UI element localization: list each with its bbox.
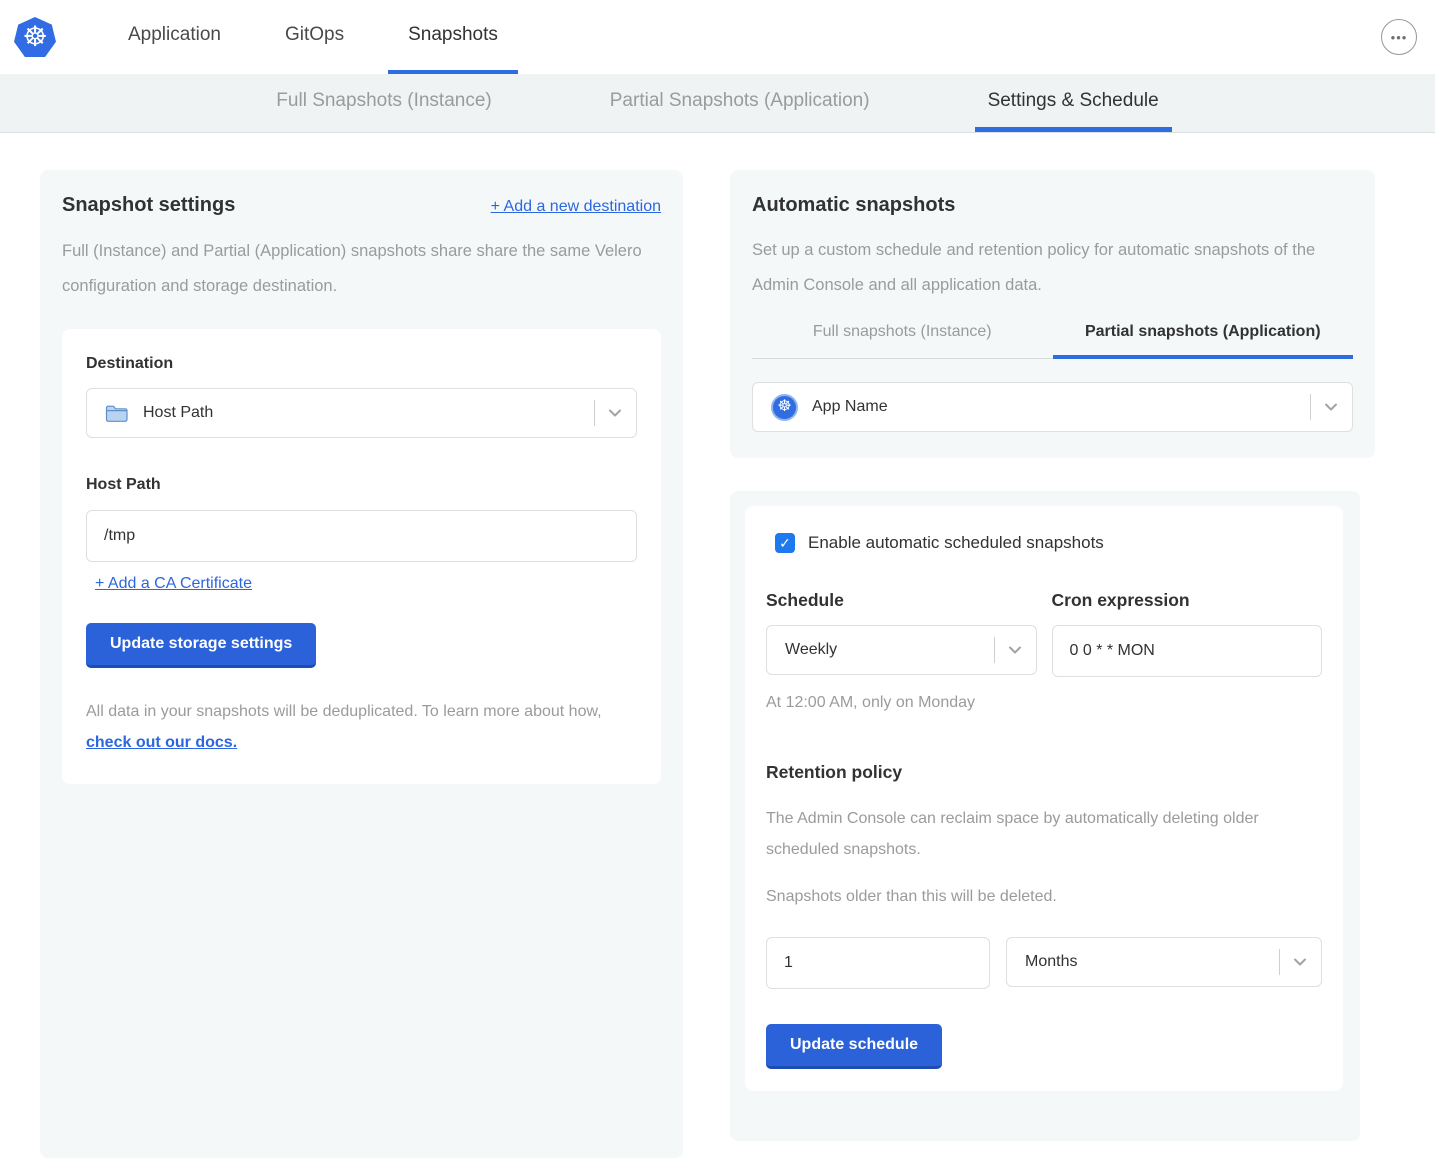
schedule-interval-value: Weekly — [785, 641, 994, 659]
enable-snapshots-label: Enable automatic scheduled snapshots — [808, 533, 1104, 553]
main-content: Snapshot settings + Add a new destinatio… — [0, 133, 1435, 1158]
enable-snapshots-checkbox[interactable]: ✓ — [775, 533, 795, 553]
schedule-panel: ✓ Enable automatic scheduled snapshots S… — [745, 506, 1343, 1091]
retention-count-input[interactable] — [766, 937, 990, 989]
select-divider — [594, 400, 595, 426]
snapshot-settings-card: Snapshot settings + Add a new destinatio… — [40, 170, 683, 1158]
schedule-outer-card: ✓ Enable automatic scheduled snapshots S… — [730, 491, 1360, 1141]
right-column: Automatic snapshots Set up a custom sche… — [730, 170, 1375, 1141]
kubernetes-logo-icon: ☸ — [14, 17, 56, 57]
chevron-down-icon — [1322, 398, 1340, 416]
host-path-input[interactable] — [86, 510, 637, 562]
host-path-label: Host Path — [86, 476, 637, 494]
chevron-down-icon — [1006, 641, 1024, 659]
nav-item-application[interactable]: Application — [108, 0, 241, 74]
snapshot-settings-description: Full (Instance) and Partial (Application… — [62, 234, 647, 304]
folder-icon — [105, 404, 128, 423]
docs-link[interactable]: check out our docs. — [86, 734, 237, 751]
select-divider — [1310, 394, 1311, 420]
tab-partial-snapshots[interactable]: Partial Snapshots (Application) — [597, 74, 883, 132]
retention-policy-description: The Admin Console can reclaim space by a… — [766, 803, 1306, 865]
dedup-note: All data in your snapshots will be dedup… — [86, 696, 637, 758]
app-select[interactable]: ☸ App Name — [752, 382, 1353, 432]
update-schedule-button[interactable]: Update schedule — [766, 1024, 942, 1069]
chevron-down-icon — [1291, 953, 1309, 971]
cron-expression-label: Cron expression — [1052, 590, 1323, 611]
app-select-value: App Name — [812, 398, 1310, 416]
destination-select[interactable]: Host Path — [86, 388, 637, 438]
add-ca-certificate-link[interactable]: + Add a CA Certificate — [95, 575, 252, 592]
select-divider — [994, 637, 995, 663]
overflow-menu-button[interactable]: ••• — [1381, 19, 1417, 55]
retention-policy-title: Retention policy — [766, 762, 1322, 783]
retention-unit-value: Months — [1025, 953, 1279, 971]
schedule-interval-select[interactable]: Weekly — [766, 625, 1037, 675]
destination-select-value: Host Path — [143, 404, 594, 422]
schedule-label: Schedule — [766, 590, 1037, 611]
app-kubernetes-icon: ☸ — [771, 394, 798, 421]
retention-hint: Snapshots older than this will be delete… — [766, 881, 1322, 912]
nav-item-snapshots[interactable]: Snapshots — [388, 0, 518, 74]
snapshot-settings-title: Snapshot settings — [62, 194, 235, 217]
enable-snapshots-row: ✓ Enable automatic scheduled snapshots — [766, 533, 1322, 553]
top-nav-bar: ☸ Application GitOps Snapshots ••• — [0, 0, 1435, 74]
automatic-snapshots-description: Set up a custom schedule and retention p… — [752, 233, 1337, 303]
ellipsis-icon: ••• — [1391, 30, 1408, 45]
snapshot-type-tabs: Full snapshots (Instance) Partial snapsh… — [752, 323, 1353, 359]
select-divider — [1279, 949, 1280, 975]
tab-full-snapshots-instance[interactable]: Full snapshots (Instance) — [752, 323, 1053, 359]
tab-full-snapshots[interactable]: Full Snapshots (Instance) — [263, 74, 504, 132]
cron-expression-input[interactable] — [1052, 625, 1323, 677]
automatic-snapshots-card: Automatic snapshots Set up a custom sche… — [730, 170, 1375, 458]
tab-partial-snapshots-application[interactable]: Partial snapshots (Application) — [1053, 323, 1354, 359]
snapshots-subnav: Full Snapshots (Instance) Partial Snapsh… — [0, 74, 1435, 133]
logo-container: ☸ — [0, 0, 70, 74]
add-destination-link[interactable]: + Add a new destination — [491, 198, 661, 216]
update-storage-settings-button[interactable]: Update storage settings — [86, 623, 316, 668]
automatic-snapshots-title: Automatic snapshots — [752, 194, 1353, 217]
dedup-note-text: All data in your snapshots will be dedup… — [86, 703, 602, 720]
cron-human-readable: At 12:00 AM, only on Monday — [766, 694, 1322, 712]
retention-unit-select[interactable]: Months — [1006, 937, 1322, 987]
tab-settings-schedule[interactable]: Settings & Schedule — [975, 74, 1172, 132]
chevron-down-icon — [606, 404, 624, 422]
destination-label: Destination — [86, 355, 637, 373]
destination-panel: Destination Host Path Host Path — [62, 329, 661, 784]
main-nav: Application GitOps Snapshots — [108, 0, 542, 74]
nav-item-gitops[interactable]: GitOps — [265, 0, 364, 74]
header-spacer — [542, 0, 1381, 74]
